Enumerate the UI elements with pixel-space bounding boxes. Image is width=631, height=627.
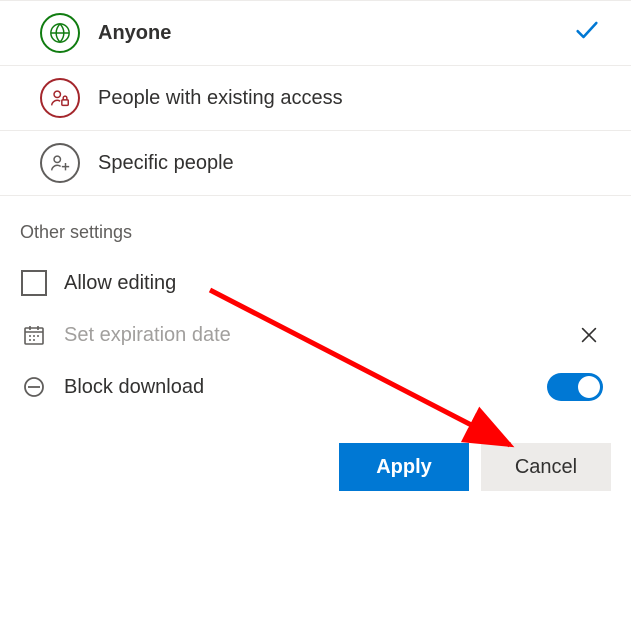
share-scope-list: Anyone People with existing access xyxy=(0,0,631,196)
calendar-icon xyxy=(20,321,48,349)
expiration-row[interactable]: Set expiration date xyxy=(0,309,631,361)
option-anyone-label: Anyone xyxy=(98,22,171,45)
people-lock-icon xyxy=(40,78,80,118)
apply-button[interactable]: Apply xyxy=(339,443,469,491)
check-icon xyxy=(573,16,601,50)
expiration-label: Set expiration date xyxy=(64,324,559,347)
checkbox-icon[interactable] xyxy=(20,269,48,297)
globe-icon xyxy=(40,13,80,53)
people-add-icon xyxy=(40,143,80,183)
toggle-knob xyxy=(578,376,600,398)
cancel-button[interactable]: Cancel xyxy=(481,443,611,491)
option-anyone[interactable]: Anyone xyxy=(0,1,631,66)
block-download-row: Block download xyxy=(0,361,631,413)
other-settings-heading: Other settings xyxy=(0,196,631,257)
allow-editing-label: Allow editing xyxy=(64,272,603,295)
clear-expiration-button[interactable] xyxy=(575,321,603,349)
option-specific-label: Specific people xyxy=(98,152,234,175)
option-existing-access[interactable]: People with existing access xyxy=(0,66,631,131)
block-download-toggle[interactable] xyxy=(547,373,603,401)
block-icon xyxy=(20,373,48,401)
option-existing-label: People with existing access xyxy=(98,87,343,110)
block-download-label: Block download xyxy=(64,376,531,399)
option-specific-people[interactable]: Specific people xyxy=(0,131,631,196)
allow-editing-row[interactable]: Allow editing xyxy=(0,257,631,309)
dialog-buttons: Apply Cancel xyxy=(0,413,631,491)
allow-editing-checkbox[interactable] xyxy=(21,270,47,296)
